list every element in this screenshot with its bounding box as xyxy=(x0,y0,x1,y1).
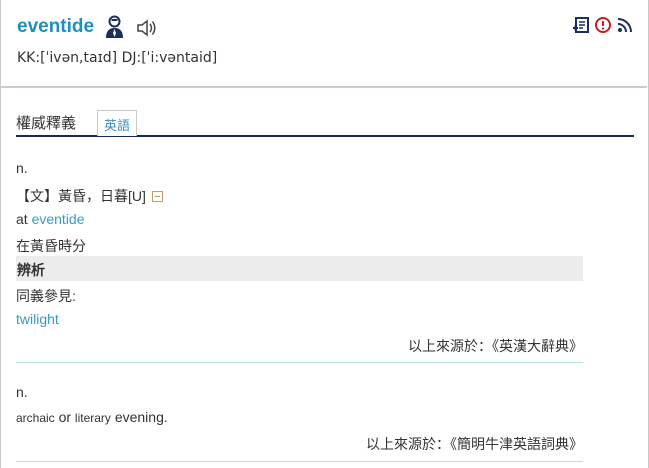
usage-label-archaic: archaic xyxy=(16,411,55,425)
divider xyxy=(16,461,583,462)
definition-tabs: 權威釋義 英語 xyxy=(16,107,634,137)
pronunciation-text: KK:[ˈivən,taɪd] DJ:[ˈi:vəntaid] xyxy=(17,50,218,66)
section-title: 權威釋義 xyxy=(16,115,77,132)
synonym-label: 同義參見: xyxy=(16,288,76,304)
usage-label-literary: literary xyxy=(74,411,111,425)
definition-line: archaic or literary evening. xyxy=(16,409,168,425)
example-prefix: at xyxy=(16,211,32,227)
source-note: 以上來源於：《簡明牛津英語詞典》 xyxy=(366,436,583,452)
example-link[interactable]: eventide xyxy=(32,211,85,227)
tool-icons xyxy=(573,17,633,33)
part-of-speech: n. xyxy=(16,384,28,400)
source-note: 以上來源於：《英漢大辭典》 xyxy=(408,338,583,354)
add-wordbook-icon[interactable] xyxy=(573,17,589,33)
conjunction-text: or xyxy=(54,409,75,425)
rss-icon[interactable] xyxy=(617,17,633,33)
example-translation: 在黃昏時分 xyxy=(16,238,86,254)
definition-text: 【文】黃昏，日暮[U] xyxy=(16,188,146,204)
part-of-speech: n. xyxy=(16,160,28,176)
person-icon[interactable] xyxy=(105,15,124,39)
analysis-header: 辨析 xyxy=(16,256,583,281)
synonym-link[interactable]: twilight xyxy=(16,311,59,327)
tab-english[interactable]: 英語 xyxy=(97,110,138,136)
report-icon[interactable] xyxy=(595,17,611,33)
headword: eventide xyxy=(17,16,95,37)
collapse-icon[interactable] xyxy=(151,191,163,202)
word-header: eventide KK:[ˈivən,taɪd] DJ:[ˈi:vəntaid] xyxy=(1,0,647,88)
divider xyxy=(16,362,583,363)
definition-text: evening. xyxy=(110,409,168,425)
example-line: at eventide xyxy=(16,211,85,227)
speaker-icon[interactable] xyxy=(136,18,158,38)
definition-line: 【文】黃昏，日暮[U] xyxy=(16,186,163,206)
